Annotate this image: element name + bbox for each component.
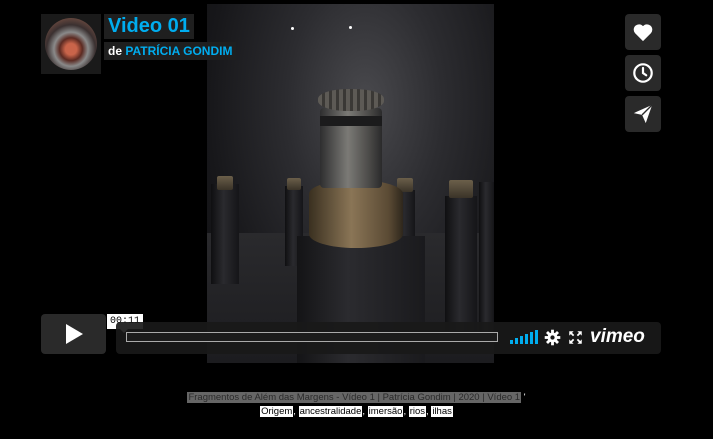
heart-icon [633,24,653,42]
object-right [449,180,473,198]
ceiling-light [291,27,294,30]
description-text: Fragmentos de Além das Margens - Vídeo 1… [187,392,522,403]
main-object-band [320,116,382,126]
object-left-far [217,176,233,190]
tag-link[interactable]: imersão [367,406,404,417]
play-icon [65,324,83,344]
tag-link[interactable]: ilhas [431,406,453,417]
byline: de PATRÍCIA GONDIM [104,42,237,60]
byline-prefix: de [108,44,123,58]
pedestal-left-far [211,184,239,284]
avatar-image [45,18,97,70]
volume-control[interactable] [510,330,538,344]
tag-link[interactable]: rios [408,406,427,417]
main-object-top [318,89,384,111]
pedestal-right [445,196,477,331]
like-button[interactable] [625,14,661,50]
video-title[interactable]: Video 01 [104,14,194,39]
control-bar: vimeo [116,322,661,354]
watch-later-button[interactable] [625,55,661,91]
main-object-base [309,180,403,248]
ceiling-light [349,26,352,29]
share-button[interactable] [625,96,661,132]
tag-list: Origem, ancestralidade, imersão, rios, i… [260,406,453,417]
author-avatar[interactable] [41,14,101,74]
pedestal-far-right [479,182,494,332]
clock-icon [633,63,653,83]
video-description: Fragmentos de Além das Margens - Vídeo 1… [187,392,526,403]
video-frame[interactable] [207,4,494,363]
send-icon [633,104,653,124]
settings-gear-icon[interactable] [544,329,561,346]
tag-link[interactable]: Origem [260,406,294,417]
tag-link[interactable]: ancestralidade [298,406,363,417]
author-link[interactable]: PATRÍCIA GONDIM [125,44,232,58]
vimeo-logo[interactable]: vimeo [590,325,645,349]
progress-bar[interactable] [126,332,498,342]
play-button[interactable] [41,314,106,354]
fullscreen-icon[interactable] [568,330,583,345]
object-left-near [287,178,301,190]
